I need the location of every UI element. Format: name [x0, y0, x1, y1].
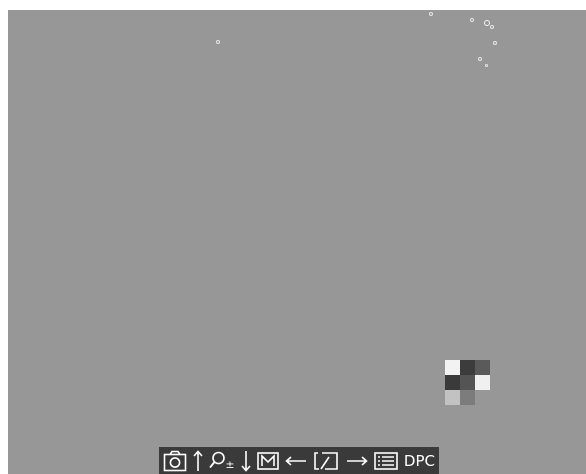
- camera-icon: [163, 450, 187, 471]
- up-button[interactable]: [193, 449, 203, 473]
- zoom-button[interactable]: ±: [209, 449, 235, 473]
- dpc-cell: [475, 390, 490, 405]
- noise-speck: [484, 20, 490, 26]
- left-button[interactable]: [285, 449, 307, 473]
- bottom-toolbar: ± DPC: [159, 447, 439, 474]
- dpc-cell: [445, 375, 460, 390]
- dpc-cell: [475, 375, 490, 390]
- noise-speck: [470, 18, 474, 22]
- zoom-suffix: ±: [225, 457, 235, 471]
- noise-speck: [478, 57, 482, 61]
- dpc-cell: [460, 375, 475, 390]
- arrow-right-icon: [346, 455, 368, 466]
- rotate-icon: [314, 451, 339, 470]
- mode-button[interactable]: [257, 449, 279, 473]
- thermal-view: ± DPC: [8, 10, 586, 474]
- dpc-button[interactable]: DPC: [404, 449, 435, 473]
- menu-icon: [373, 451, 398, 470]
- dpc-cell: [475, 360, 490, 375]
- mode-icon: [257, 451, 279, 470]
- dpc-cell: [460, 390, 475, 405]
- dpc-cell: [460, 360, 475, 375]
- dpc-cell: [445, 390, 460, 405]
- dpc-label: DPC: [403, 451, 435, 470]
- noise-speck: [485, 64, 488, 67]
- noise-speck: [493, 41, 497, 45]
- noise-speck: [490, 25, 494, 29]
- noise-speck: [216, 40, 220, 44]
- dpc-cell: [445, 360, 460, 375]
- zoom-icon: [209, 451, 226, 468]
- dpc-pixel-cursor[interactable]: [445, 360, 490, 405]
- down-button[interactable]: [241, 449, 251, 473]
- noise-speck: [429, 12, 433, 16]
- rotate-button[interactable]: [313, 449, 339, 473]
- arrow-up-icon: [193, 449, 203, 471]
- snapshot-button[interactable]: [163, 449, 187, 473]
- menu-button[interactable]: [373, 449, 398, 473]
- arrow-left-icon: [285, 455, 307, 466]
- right-button[interactable]: [346, 449, 368, 473]
- arrow-down-icon: [241, 450, 251, 472]
